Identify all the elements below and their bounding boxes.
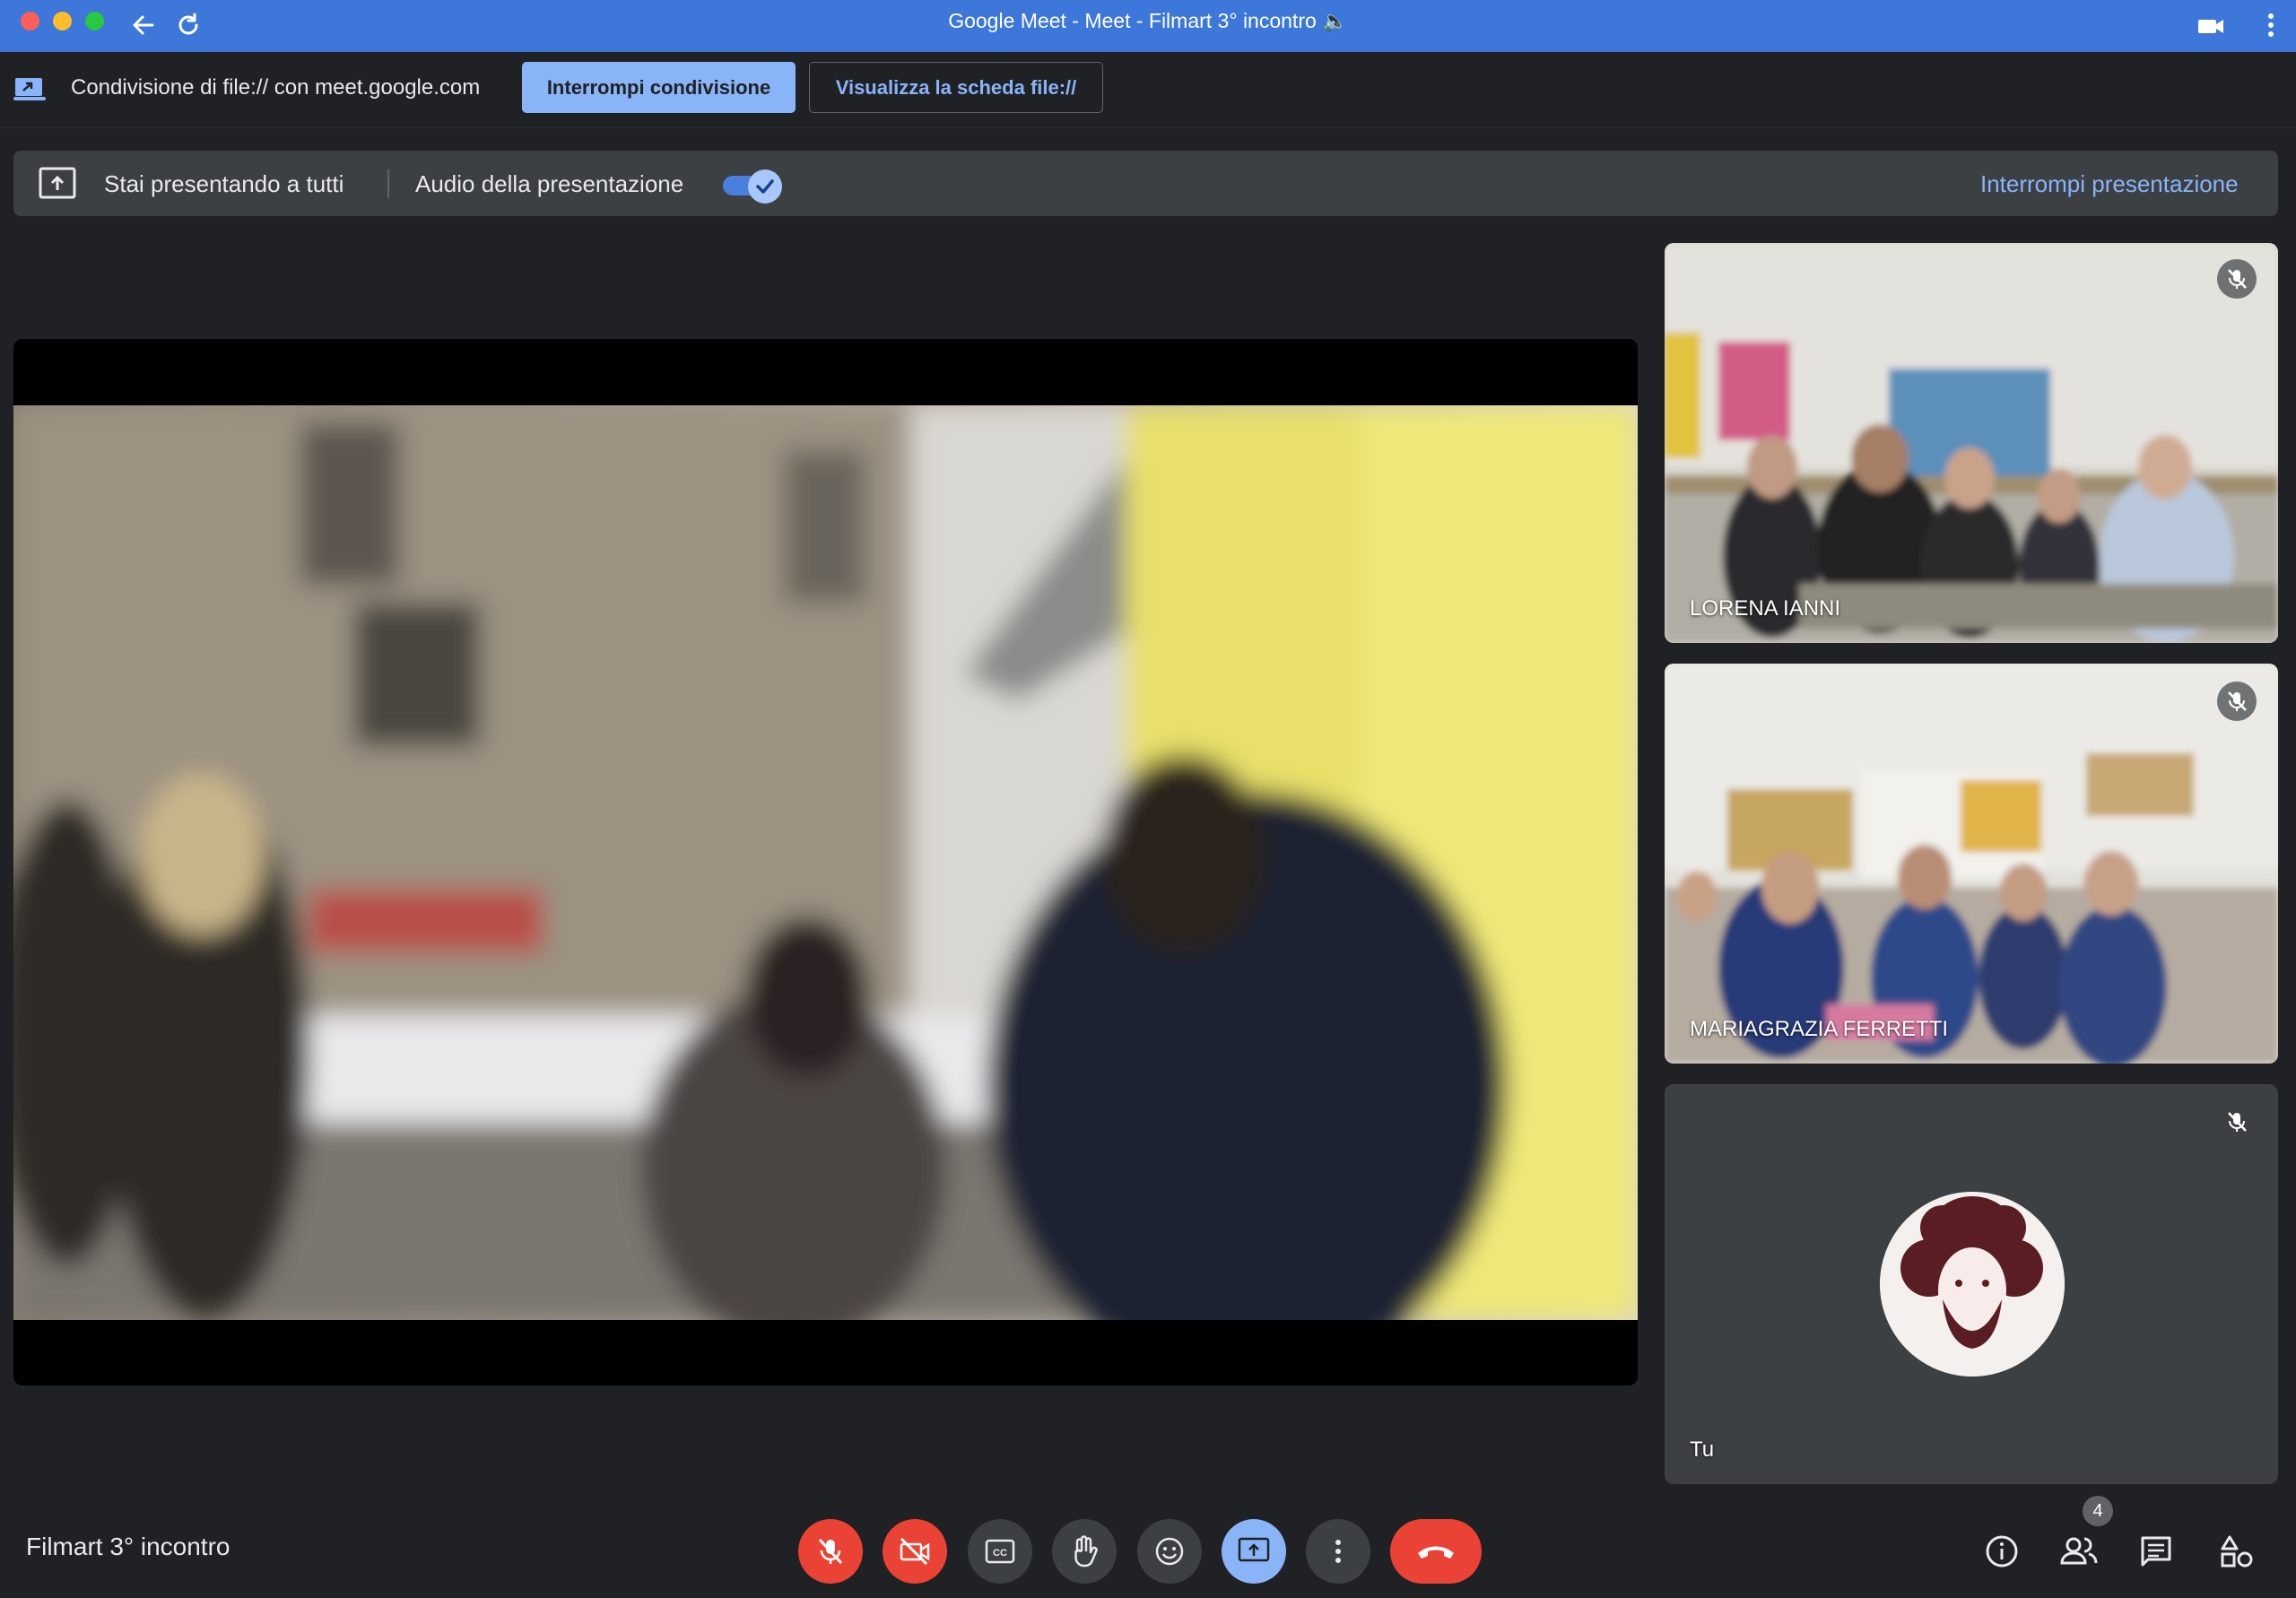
participant-tile[interactable]: MARIAGRAZIA FERRETTI — [1665, 664, 2278, 1064]
info-icon — [1986, 1535, 2018, 1568]
present-icon — [1238, 1537, 1270, 1562]
leave-call-button[interactable] — [1390, 1519, 1482, 1584]
people-button[interactable] — [2054, 1526, 2104, 1576]
participant-name: MARIAGRAZIA FERRETTI — [1690, 1017, 1949, 1041]
chat-button[interactable] — [2131, 1526, 2181, 1576]
more-options-button[interactable] — [1306, 1519, 1370, 1584]
tab-sharing-icon — [13, 75, 46, 102]
activities-icon — [2221, 1535, 2253, 1568]
camera-indicator-icon[interactable] — [2194, 11, 2230, 41]
more-options-icon — [1335, 1540, 1341, 1563]
toggle-camera-button[interactable] — [883, 1519, 947, 1584]
present-now-button[interactable] — [1222, 1519, 1286, 1584]
avatar — [1880, 1192, 2065, 1377]
banner-divider — [387, 169, 389, 198]
participant-name: Tu — [1690, 1437, 1715, 1462]
end-call-icon — [1418, 1546, 1454, 1559]
raise-hand-icon — [1074, 1535, 1098, 1568]
presenting-status-text: Stai presentando a tutti — [104, 170, 344, 197]
captions-icon: CC — [985, 1539, 1015, 1564]
mic-off-icon — [2217, 682, 2257, 721]
raise-hand-button[interactable] — [1052, 1519, 1117, 1584]
mic-off-icon — [818, 1538, 843, 1565]
activities-button[interactable] — [2212, 1526, 2262, 1576]
people-count-badge: 4 — [2083, 1496, 2113, 1526]
camera-off-icon — [900, 1537, 930, 1566]
people-icon — [2060, 1537, 2098, 1565]
stop-sharing-button[interactable]: Interrompi condivisione — [522, 62, 796, 113]
video-frame — [13, 405, 1638, 1320]
emoji-icon — [1155, 1537, 1184, 1566]
presentation-audio-label: Audio della presentazione — [415, 170, 684, 197]
svg-text:CC: CC — [993, 1548, 1007, 1559]
meeting-name: Filmart 3° incontro — [26, 1533, 230, 1560]
mic-off-icon — [2217, 259, 2257, 299]
sharing-status-text: Condivisione di file:// con meet.google.… — [71, 75, 481, 100]
stop-presenting-link[interactable]: Interrompi presentazione — [1980, 170, 2239, 198]
toggle-checkmark-icon[interactable] — [748, 169, 782, 204]
chat-icon — [2141, 1536, 2171, 1567]
captions-button[interactable]: CC — [968, 1519, 1032, 1584]
participant-tile[interactable]: LORENA IANNI — [1665, 243, 2278, 643]
presenting-banner — [13, 151, 2278, 216]
meeting-details-button[interactable] — [1977, 1526, 2027, 1576]
browser-menu-icon[interactable] — [2260, 7, 2282, 43]
self-tile[interactable]: Tu — [1665, 1084, 2278, 1484]
participant-name: LORENA IANNI — [1690, 596, 1841, 621]
toggle-microphone-button[interactable] — [798, 1519, 863, 1584]
window-title: Google Meet - Meet - Filmart 3° incontro… — [948, 9, 1348, 32]
send-reaction-button[interactable] — [1137, 1519, 1202, 1584]
mic-off-icon — [2217, 1102, 2257, 1142]
present-screen-icon — [38, 166, 77, 202]
view-shared-tab-button[interactable]: Visualizza la scheda file:// — [809, 62, 1103, 113]
